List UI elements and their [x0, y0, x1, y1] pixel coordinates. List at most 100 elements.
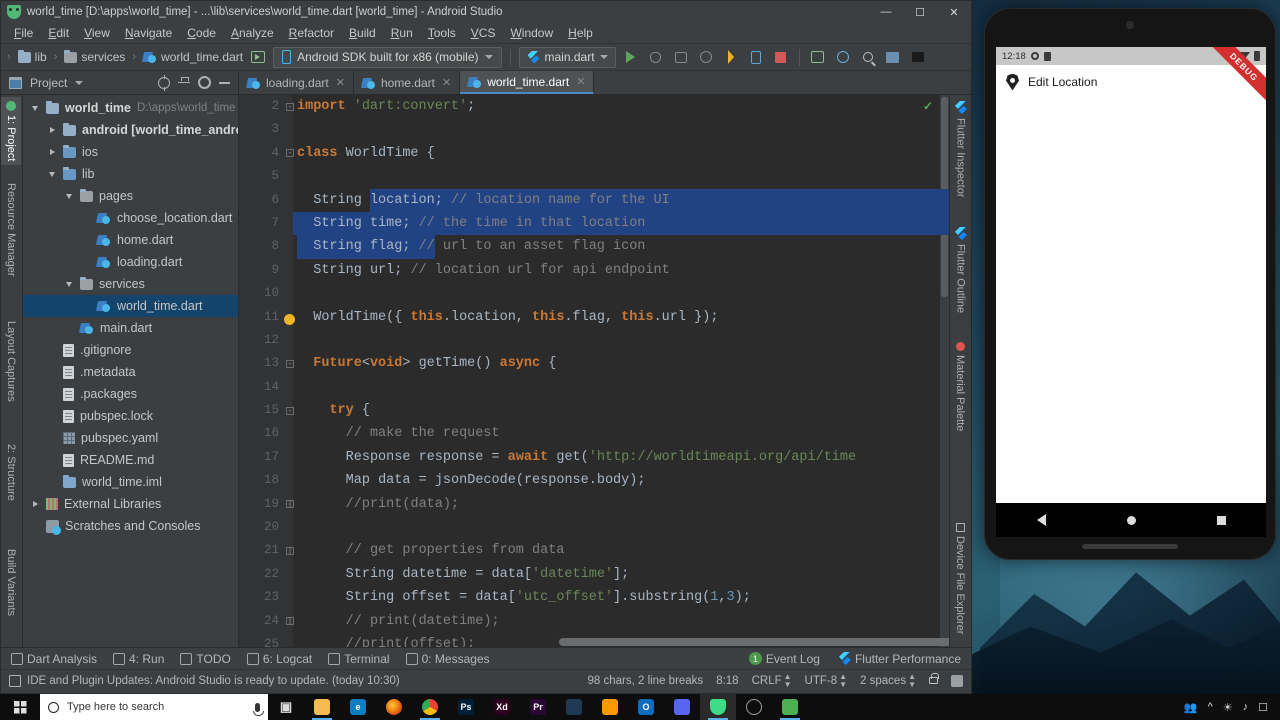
- status-line-separator[interactable]: CRLF ▲ ▼: [752, 672, 792, 689]
- run-configuration-selector[interactable]: main.dart: [518, 46, 616, 68]
- collapse-arrow-icon[interactable]: [63, 281, 75, 287]
- microphone-icon[interactable]: [253, 702, 264, 716]
- emulator-screen[interactable]: 12:18 Edit Location DEBUG: [996, 47, 1266, 503]
- code-line[interactable]: String offset = data['utc_offset'].subst…: [297, 586, 949, 609]
- close-icon[interactable]: ✕: [442, 76, 451, 89]
- close-icon[interactable]: ✕: [336, 76, 345, 89]
- fold-marker[interactable]: [283, 469, 297, 492]
- fold-marker[interactable]: -: [283, 142, 297, 165]
- emulator-navigation-bar[interactable]: [996, 503, 1266, 537]
- maximize-button[interactable]: ☐: [903, 1, 937, 23]
- tree-node[interactable]: pubspec.yaml: [23, 427, 238, 449]
- code-line[interactable]: [297, 118, 949, 141]
- debug-button[interactable]: [646, 46, 666, 68]
- fold-marker[interactable]: [283, 165, 297, 188]
- code-line[interactable]: String datetime = data['datetime'];: [297, 563, 949, 586]
- tool-tab-project[interactable]: 1: Project: [1, 97, 21, 166]
- code-line[interactable]: // get properties from data: [297, 539, 949, 562]
- fold-marker[interactable]: |: [283, 610, 297, 633]
- action-center-icon[interactable]: ☐: [1258, 701, 1268, 714]
- fold-marker[interactable]: -: [283, 352, 297, 375]
- tree-node[interactable]: world_time.iml: [23, 471, 238, 493]
- expand-arrow-icon[interactable]: [46, 127, 58, 133]
- fold-marker[interactable]: [283, 586, 297, 609]
- code-line[interactable]: [297, 165, 949, 188]
- taskbar-search[interactable]: Type here to search: [40, 694, 268, 720]
- code-line[interactable]: Future<void> getTime() async {: [297, 352, 949, 375]
- hot-reload-button[interactable]: [721, 46, 741, 68]
- performance-button[interactable]: [696, 46, 716, 68]
- tree-node[interactable]: README.md: [23, 449, 238, 471]
- people-icon[interactable]: 👥: [1184, 701, 1198, 714]
- tree-node[interactable]: main.dart: [23, 317, 238, 339]
- menu-file[interactable]: File: [7, 24, 40, 42]
- code-editor[interactable]: 2 3 4 5 6 7 8 9 10 11 12 13 14 15 16 17 18 19 20 21 22 23 24 25…: [239, 95, 949, 647]
- outlook-icon[interactable]: O: [628, 694, 664, 720]
- code-line[interactable]: try {: [297, 399, 949, 422]
- sublime-text-icon[interactable]: [592, 694, 628, 720]
- tool-tab-device-file-explorer[interactable]: Device File Explorer: [950, 519, 970, 638]
- fold-marker[interactable]: -: [283, 399, 297, 422]
- device-selector[interactable]: Android SDK built for x86 (mobile): [273, 46, 502, 68]
- nav-recents-icon[interactable]: [1216, 515, 1226, 525]
- fold-marker[interactable]: [283, 282, 297, 305]
- fold-marker[interactable]: |: [283, 493, 297, 516]
- code-line[interactable]: //print(data);: [297, 493, 949, 516]
- bottom-tool--logcat[interactable]: 6: Logcat: [246, 652, 312, 666]
- code-line[interactable]: class WorldTime {: [297, 142, 949, 165]
- expand-arrow-icon[interactable]: [46, 149, 58, 155]
- code-line[interactable]: Map data = jsonDecode(response.body);: [297, 469, 949, 492]
- bottom-tool-terminal[interactable]: Terminal: [328, 652, 390, 666]
- stop-button[interactable]: [771, 46, 791, 68]
- code-line[interactable]: //print(offset);: [297, 633, 949, 647]
- code-line[interactable]: String flag; // url to an asset flag ico…: [297, 235, 949, 258]
- scroll-from-source-icon[interactable]: [158, 74, 170, 91]
- fold-marker[interactable]: |: [283, 539, 297, 562]
- premiere-icon[interactable]: Pr: [520, 694, 556, 720]
- menu-refactor[interactable]: Refactor: [282, 24, 341, 42]
- tool-tab-flutter-inspector[interactable]: Flutter Inspector: [950, 97, 971, 201]
- fold-marker[interactable]: [283, 189, 297, 212]
- tree-node[interactable]: .metadata: [23, 361, 238, 383]
- code-line[interactable]: [297, 282, 949, 305]
- tree-node[interactable]: Scratches and Consoles: [23, 515, 238, 537]
- breadcrumb-lib[interactable]: lib: [17, 49, 47, 64]
- app-icon[interactable]: [772, 694, 808, 720]
- hot-restart-button[interactable]: [746, 46, 766, 68]
- fold-marker[interactable]: [283, 329, 297, 352]
- tree-node[interactable]: home.dart: [23, 229, 238, 251]
- bottom-tool-dart-analysis[interactable]: Dart Analysis: [11, 652, 97, 666]
- menu-view[interactable]: View: [77, 24, 117, 42]
- tree-node[interactable]: .packages: [23, 383, 238, 405]
- firefox-icon[interactable]: [376, 694, 412, 720]
- fold-marker[interactable]: [283, 235, 297, 258]
- run-profile-button[interactable]: [671, 46, 691, 68]
- project-tree[interactable]: world_time D:\apps\world_time android [wor…: [23, 95, 239, 647]
- tree-node[interactable]: android [world_time_android]: [23, 119, 238, 141]
- tool-tab-build-variants[interactable]: Build Variants: [1, 545, 21, 620]
- status-caret-position[interactable]: 8:18: [716, 675, 738, 687]
- vscode-icon[interactable]: [556, 694, 592, 720]
- gear-icon[interactable]: [198, 76, 211, 89]
- close-icon[interactable]: ✕: [576, 75, 585, 88]
- sdk-manager-button[interactable]: [883, 46, 903, 68]
- tree-node[interactable]: External Libraries: [23, 493, 238, 515]
- tree-node[interactable]: services: [23, 273, 238, 295]
- fold-marker[interactable]: [283, 118, 297, 141]
- tree-node[interactable]: pubspec.lock: [23, 405, 238, 427]
- menu-run[interactable]: Run: [384, 24, 420, 42]
- open-android-emulator-button[interactable]: [808, 46, 828, 68]
- bottom-tool-event-log[interactable]: 1 Event Log: [748, 652, 820, 666]
- task-view-icon[interactable]: ▣: [268, 694, 304, 720]
- code-line[interactable]: String time; // the time in that locatio…: [297, 212, 949, 235]
- fold-marker[interactable]: [283, 563, 297, 586]
- code-line[interactable]: // print(datetime);: [297, 610, 949, 633]
- intention-bulb-icon[interactable]: [284, 314, 295, 325]
- lock-icon[interactable]: [929, 673, 939, 684]
- tree-node[interactable]: world_time.dart: [23, 295, 238, 317]
- close-button[interactable]: ✕: [937, 1, 971, 23]
- bottom-tool--run[interactable]: 4: Run: [113, 652, 164, 666]
- edge-icon[interactable]: e: [340, 694, 376, 720]
- search-everywhere-button[interactable]: [858, 46, 878, 68]
- tree-node[interactable]: loading.dart: [23, 251, 238, 273]
